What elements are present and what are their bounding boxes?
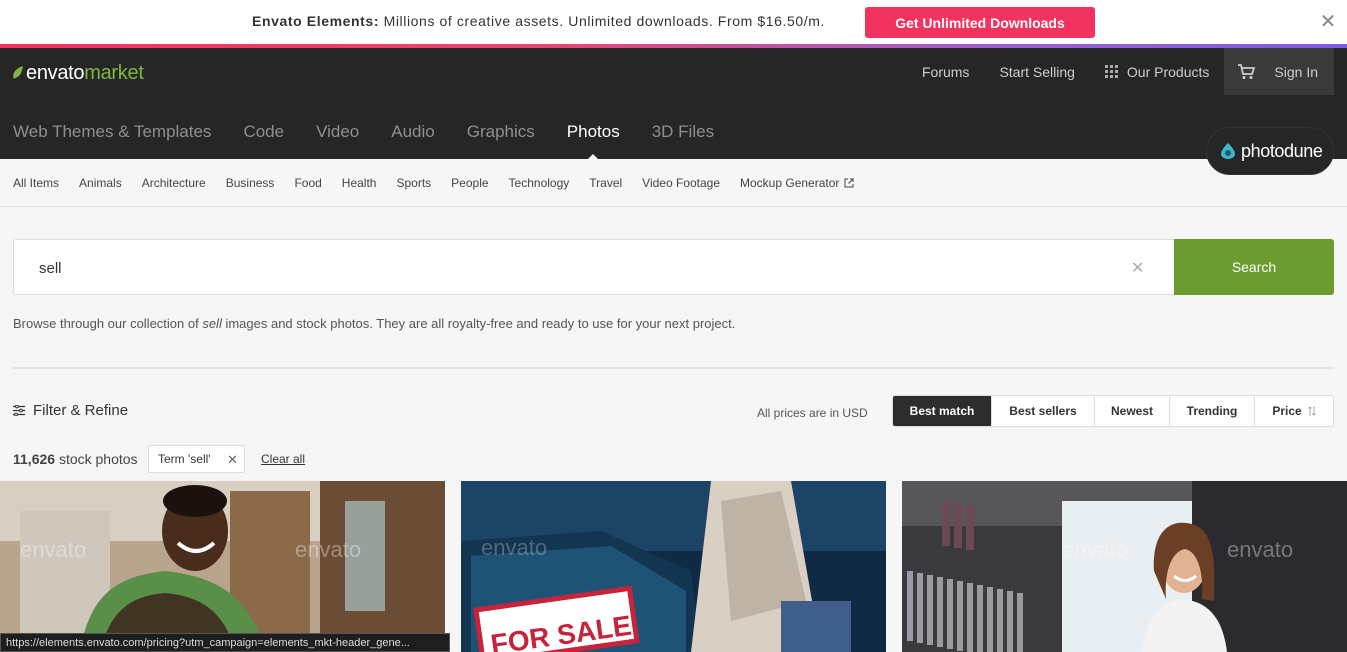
photodune-logo-icon <box>1221 143 1235 159</box>
subcategory-health[interactable]: Health <box>342 176 377 190</box>
remove-term-icon[interactable]: ✕ <box>227 452 238 468</box>
subcategory-business[interactable]: Business <box>226 176 275 190</box>
subcategory-sports[interactable]: Sports <box>396 176 431 190</box>
search-value: sell <box>39 260 62 277</box>
cart-signin-area: Sign In <box>1224 48 1334 95</box>
search-button[interactable]: Search <box>1174 239 1334 295</box>
category-nav: Web Themes & Templates Code Video Audio … <box>13 122 746 161</box>
filter-refine-toggle[interactable]: Filter & Refine <box>13 402 128 419</box>
subcategory-travel[interactable]: Travel <box>589 176 622 190</box>
envato-market-logo[interactable]: envato market <box>12 62 144 84</box>
cart-icon[interactable] <box>1238 63 1256 80</box>
subcategory-animals[interactable]: Animals <box>79 176 122 190</box>
grid-icon <box>1104 65 1118 78</box>
site-header: envato market Forums Start Selling Our Pr… <box>0 48 1347 175</box>
sort-options: Best match Best sellers Newest Trending … <box>892 395 1334 427</box>
sort-trending[interactable]: Trending <box>1170 396 1255 426</box>
divider <box>13 367 1334 369</box>
category-video[interactable]: Video <box>316 122 359 142</box>
sort-best-match[interactable]: Best match <box>893 396 992 426</box>
photo-thumbnail: envato envato <box>902 481 1347 652</box>
start-selling-link[interactable]: Start Selling <box>984 48 1089 95</box>
subcategory-nav: All Items Animals Architecture Business … <box>13 176 874 190</box>
results-count: 11,626 stock photos <box>13 451 138 467</box>
forums-link[interactable]: Forums <box>907 48 984 95</box>
header-top-links: Forums Start Selling Our Products Sign I… <box>907 48 1347 95</box>
clear-search-icon[interactable]: ✕ <box>1131 258 1144 278</box>
category-code[interactable]: Code <box>243 122 284 142</box>
category-graphics[interactable]: Graphics <box>467 122 535 142</box>
photodune-badge[interactable]: photodune <box>1206 127 1334 175</box>
photo-card[interactable]: FOR SALE envato <box>461 481 886 652</box>
svg-text:envato: envato <box>1062 537 1128 562</box>
leaf-icon <box>13 66 23 79</box>
link-status-bar: https://elements.envato.com/pricing?utm_… <box>0 633 450 652</box>
filter-icon <box>13 405 25 416</box>
our-products-link[interactable]: Our Products <box>1090 48 1224 95</box>
sort-price[interactable]: Price <box>1255 396 1333 426</box>
sort-arrows-icon <box>1307 406 1316 416</box>
prices-note: All prices are in USD <box>757 406 868 420</box>
category-3d-files[interactable]: 3D Files <box>652 122 714 142</box>
svg-text:envato: envato <box>1227 537 1293 562</box>
svg-text:envato: envato <box>295 537 361 562</box>
svg-text:envato: envato <box>20 537 86 562</box>
sign-in-link[interactable]: Sign In <box>1274 64 1318 80</box>
divider <box>0 206 1347 207</box>
subcategory-mockup-generator[interactable]: Mockup Generator <box>740 176 854 190</box>
photo-thumbnail: FOR SALE envato <box>461 481 886 652</box>
sort-newest[interactable]: Newest <box>1095 396 1170 426</box>
sort-best-sellers[interactable]: Best sellers <box>992 396 1095 426</box>
subcategory-architecture[interactable]: Architecture <box>142 176 206 190</box>
subcategory-people[interactable]: People <box>451 176 488 190</box>
close-icon[interactable]: ✕ <box>1318 12 1338 32</box>
promo-message: Envato Elements: Millions of creative as… <box>252 13 826 29</box>
subcategory-food[interactable]: Food <box>294 176 321 190</box>
category-audio[interactable]: Audio <box>391 122 434 142</box>
promo-banner: Envato Elements: Millions of creative as… <box>0 0 1347 44</box>
photo-card[interactable]: envato envato <box>0 481 445 652</box>
subcategory-all-items[interactable]: All Items <box>13 176 59 190</box>
category-web-themes[interactable]: Web Themes & Templates <box>13 122 211 142</box>
category-photos[interactable]: Photos <box>567 122 620 161</box>
term-filter-tag: Term 'sell' ✕ <box>148 445 245 473</box>
search-input[interactable]: sell ✕ <box>13 239 1174 295</box>
photo-card[interactable]: envato envato <box>902 481 1347 652</box>
browse-description: Browse through our collection of sell im… <box>13 316 736 331</box>
get-unlimited-downloads-button[interactable]: Get Unlimited Downloads <box>865 7 1095 38</box>
clear-all-link[interactable]: Clear all <box>261 452 305 466</box>
svg-text:envato: envato <box>481 535 547 560</box>
external-link-icon <box>844 178 854 188</box>
subcategory-video-footage[interactable]: Video Footage <box>642 176 720 190</box>
subcategory-technology[interactable]: Technology <box>509 176 570 190</box>
photo-thumbnail: envato envato <box>0 481 445 652</box>
